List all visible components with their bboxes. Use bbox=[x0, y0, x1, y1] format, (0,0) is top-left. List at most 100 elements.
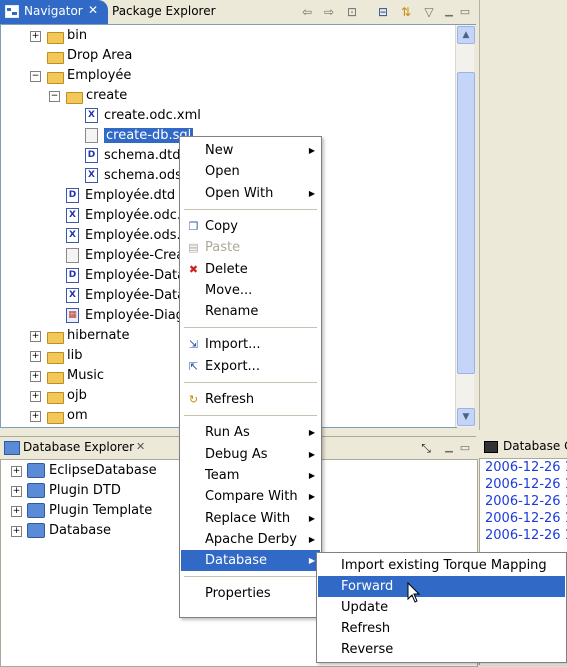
menu-item-move[interactable]: Move... bbox=[181, 280, 320, 301]
scrollbar-thumb[interactable] bbox=[457, 72, 475, 374]
back-arrow-icon[interactable]: ⇦ bbox=[298, 3, 316, 21]
tree-item-label: hibernate bbox=[67, 328, 130, 343]
menu-item-refresh[interactable]: ↻ Refresh bbox=[181, 389, 320, 410]
menu-item-apache-derby[interactable]: Apache Derby ▶ bbox=[181, 529, 320, 550]
collapse-all-icon[interactable]: ⊟ bbox=[374, 3, 392, 21]
folder-icon bbox=[47, 330, 64, 344]
scroll-down-arrow-icon[interactable]: ▼ bbox=[457, 408, 475, 426]
db-tree-item[interactable]: Database bbox=[27, 521, 111, 541]
tree-item[interactable]: Xschema.ods. bbox=[85, 166, 186, 186]
db-tree-item-label: EclipseDatabase bbox=[49, 463, 157, 478]
menu-item-open[interactable]: Open bbox=[181, 161, 320, 182]
menu-item-properties[interactable]: Properties bbox=[181, 583, 320, 604]
tree-item[interactable]: Employée bbox=[47, 66, 131, 86]
tree-item[interactable]: lib bbox=[47, 346, 82, 366]
expand-icon[interactable]: + bbox=[11, 506, 22, 517]
maximize-icon[interactable]: ▭ bbox=[456, 439, 474, 457]
tree-item[interactable]: create-db.sql bbox=[85, 126, 194, 146]
menu-item-replace-with[interactable]: Replace With ▶ bbox=[181, 508, 320, 529]
tree-item[interactable]: om bbox=[47, 406, 88, 426]
menu-item-run-as[interactable]: Run As ▶ bbox=[181, 422, 320, 443]
maximize-icon[interactable]: ▭ bbox=[456, 3, 474, 21]
menu-item-compare-with[interactable]: Compare With ▶ bbox=[181, 486, 320, 507]
tree-item[interactable]: Employée-Creat bbox=[66, 246, 189, 266]
tree-item[interactable]: D Employée.dtd bbox=[66, 186, 175, 206]
expand-icon[interactable]: + bbox=[11, 466, 22, 477]
expand-icon[interactable]: + bbox=[30, 331, 41, 342]
scroll-up-arrow-icon[interactable]: ▲ bbox=[457, 26, 475, 44]
tab-database-explorer[interactable]: Database Explorer bbox=[23, 440, 134, 454]
folder-icon bbox=[47, 70, 64, 84]
menu-item-rename[interactable]: Rename bbox=[181, 301, 320, 322]
tree-item[interactable]: X Employée.odc.x bbox=[66, 206, 189, 226]
menu-item-label: Replace With bbox=[205, 510, 291, 526]
menu-item-export[interactable]: ⇱ Export... bbox=[181, 356, 320, 377]
menu-item-database[interactable]: Database ▶ bbox=[181, 550, 320, 572]
db-tree-item[interactable]: Plugin DTD bbox=[27, 481, 121, 501]
submenu-item-reverse[interactable]: Reverse bbox=[318, 639, 565, 660]
tab-navigator[interactable]: Navigator ✕ bbox=[0, 0, 108, 24]
submenu-arrow-icon: ▶ bbox=[308, 470, 315, 480]
dtd-file-icon: D bbox=[66, 268, 79, 283]
submenu-arrow-icon: ▶ bbox=[308, 449, 315, 459]
tree-item[interactable]: Dschema.dtd bbox=[85, 146, 181, 166]
tree-item[interactable]: Xcreate.odc.xml bbox=[85, 106, 201, 126]
db-tree-item[interactable]: EclipseDatabase bbox=[27, 461, 157, 481]
close-icon[interactable]: ✕ bbox=[88, 3, 98, 17]
menu-item-import[interactable]: ⇲ Import... bbox=[181, 334, 320, 355]
tree-item[interactable]: X Employée-Data bbox=[66, 286, 185, 306]
tree-item[interactable]: hibernate bbox=[47, 326, 130, 346]
expand-icon[interactable]: + bbox=[11, 526, 22, 537]
up-folder-icon[interactable]: ⊡ bbox=[343, 3, 361, 21]
tree-item[interactable]: ▦ Employée-Diagr bbox=[66, 306, 189, 326]
tree-item[interactable]: Drop Area bbox=[47, 46, 132, 66]
tree-item[interactable]: bin bbox=[47, 26, 87, 46]
submenu-item-update[interactable]: Update bbox=[318, 597, 565, 618]
close-icon[interactable]: ✕ bbox=[136, 440, 145, 453]
menu-item-new[interactable]: New ▶ bbox=[181, 140, 320, 161]
tab-package-explorer[interactable]: Package Explorer bbox=[112, 4, 216, 18]
view-menu-icon[interactable]: ▽ bbox=[420, 3, 438, 21]
tree-item[interactable]: create bbox=[66, 86, 127, 106]
forward-arrow-icon[interactable]: ⇨ bbox=[320, 3, 338, 21]
menu-item-open-with[interactable]: Open With ▶ bbox=[181, 183, 320, 204]
tree-item-label: Employée bbox=[67, 68, 132, 83]
tree-item[interactable]: Music bbox=[47, 366, 104, 386]
collapse-icon[interactable]: − bbox=[30, 71, 41, 82]
expand-icon[interactable]: + bbox=[30, 411, 41, 422]
menu-item-label: Compare With bbox=[205, 489, 298, 505]
tree-item[interactable]: ojb bbox=[47, 386, 87, 406]
navigator-scrollbar[interactable]: ▲ ▼ bbox=[455, 25, 475, 427]
submenu-item-label: Reverse bbox=[341, 642, 394, 657]
submenu-item-refresh[interactable]: Refresh bbox=[318, 618, 565, 639]
menu-item-team[interactable]: Team ▶ bbox=[181, 465, 320, 486]
expand-icon[interactable]: + bbox=[11, 486, 22, 497]
menu-item-debug-as[interactable]: Debug As ▶ bbox=[181, 444, 320, 465]
db-tree-item[interactable]: Plugin Template bbox=[27, 501, 152, 521]
submenu-item-import-existing-torque-mapping[interactable]: Import existing Torque Mapping bbox=[318, 555, 565, 576]
tree-item[interactable]: D Employée-Data bbox=[66, 266, 185, 286]
expand-icon[interactable]: + bbox=[30, 31, 41, 42]
tree-item-label: lib bbox=[67, 348, 83, 363]
menu-item-label: Open With bbox=[205, 185, 274, 201]
console-line: 2006-12-26 1 bbox=[485, 494, 567, 509]
expand-icon[interactable]: + bbox=[30, 351, 41, 362]
menu-separator bbox=[184, 208, 317, 210]
tab-database-console[interactable]: Database C bbox=[503, 439, 567, 453]
collapse-all-icon[interactable]: ⤡ bbox=[417, 439, 435, 457]
expand-icon[interactable]: + bbox=[30, 371, 41, 382]
submenu-arrow-icon: ▶ bbox=[308, 146, 315, 155]
navigator-tab-bar: Navigator ✕ Package Explorer ⇦ ⇨ ⊡ ⊟ ⇅ ▽… bbox=[0, 0, 476, 25]
menu-separator bbox=[184, 382, 317, 383]
tree-item-label: om bbox=[67, 408, 88, 423]
collapse-icon[interactable]: − bbox=[49, 91, 60, 102]
menu-item-copy[interactable]: ❐ Copy bbox=[181, 216, 320, 237]
submenu-arrow-icon: ▶ bbox=[308, 492, 315, 502]
expand-icon[interactable]: + bbox=[30, 391, 41, 402]
menu-item-delete[interactable]: ✖ Delete bbox=[181, 259, 320, 280]
tree-item[interactable]: X Employée.ods.x bbox=[66, 226, 188, 246]
submenu-item-label: Import existing Torque Mapping bbox=[341, 558, 547, 573]
link-with-editor-icon[interactable]: ⇅ bbox=[397, 3, 415, 21]
submenu-item-forward[interactable]: Forward bbox=[318, 576, 565, 597]
tree-item-label: Employée-Data bbox=[85, 268, 186, 283]
